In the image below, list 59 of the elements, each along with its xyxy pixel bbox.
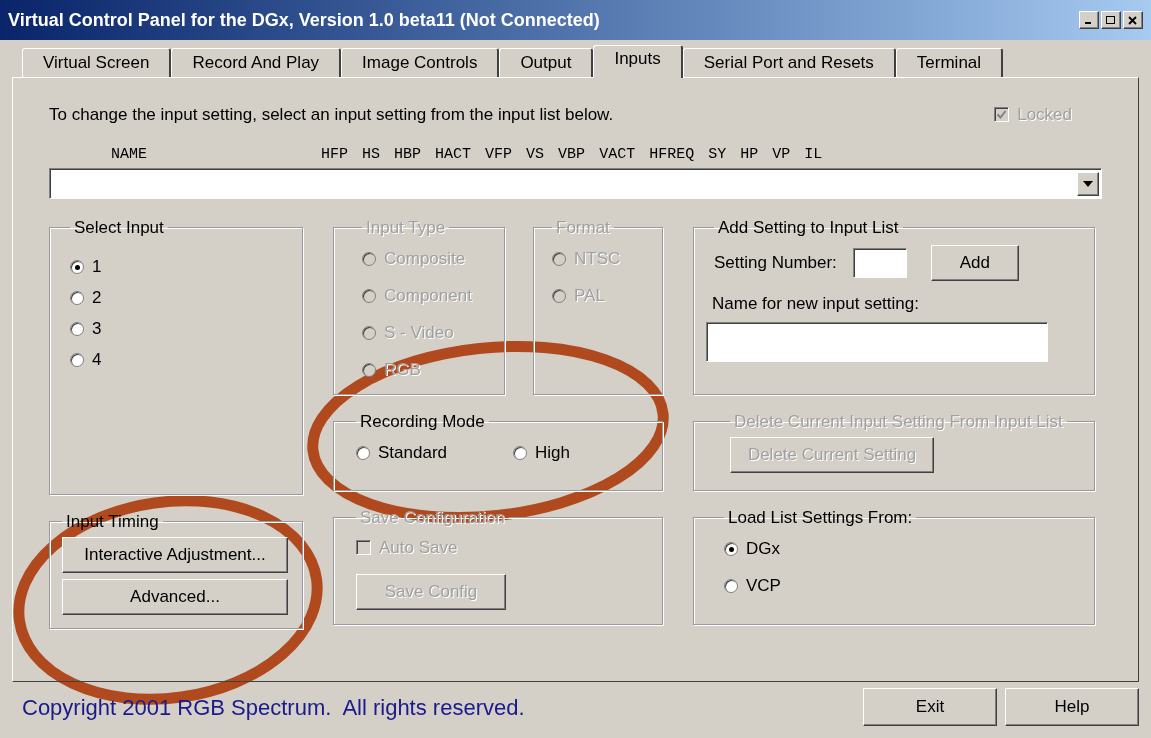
instruction-text: To change the input setting, select an input setting from the input list below. xyxy=(49,104,614,126)
group-title: Select Input xyxy=(73,217,165,239)
column-header: HACT xyxy=(435,144,472,165)
column-header: HBP xyxy=(394,144,422,165)
minimize-icon[interactable] xyxy=(1079,11,1099,29)
radio-label: 1 xyxy=(92,256,102,279)
button[interactable]: Interactive Adjustment... xyxy=(62,536,288,573)
tab[interactable]: Image Controls xyxy=(341,48,500,77)
group-title: Delete Current Input Setting From Input List xyxy=(733,411,1064,433)
tab[interactable]: Output xyxy=(499,48,594,77)
radio-label: 2 xyxy=(92,287,102,310)
column-header: HFP xyxy=(321,144,349,165)
column-header: VFP xyxy=(485,144,513,165)
radio-button[interactable] xyxy=(70,291,84,305)
radio-button[interactable] xyxy=(70,353,84,367)
column-header: VACT xyxy=(599,144,636,165)
setting-number-field[interactable] xyxy=(852,247,907,278)
radio-button[interactable] xyxy=(70,322,84,336)
tab[interactable]: Terminal xyxy=(895,48,1004,77)
group-title: Format xyxy=(555,217,611,239)
group-title: Load List Settings From: xyxy=(727,507,914,529)
button[interactable]: Advanced... xyxy=(62,578,288,615)
radio-button[interactable] xyxy=(724,579,738,593)
button[interactable]: Add xyxy=(930,244,1019,281)
maximize-icon[interactable] xyxy=(1101,11,1121,29)
setting-name-field[interactable] xyxy=(706,322,1048,362)
radio-label: DGx xyxy=(746,538,780,561)
radio-button[interactable] xyxy=(513,446,527,460)
button[interactable]: Exit xyxy=(863,688,997,726)
radio-button[interactable] xyxy=(356,446,370,460)
group-title: Recording Mode xyxy=(359,411,486,433)
column-header: HP xyxy=(740,144,759,165)
column-header: VBP xyxy=(558,144,586,165)
radio-label: VCP xyxy=(746,575,781,598)
tab[interactable]: Inputs xyxy=(593,45,683,78)
input-list-dropdown[interactable] xyxy=(49,168,1102,199)
column-header: HFREQ xyxy=(649,144,695,165)
window-title: Virtual Control Panel for the DGx, Version 1.0 beta11 (Not Connected) xyxy=(8,8,600,32)
tab[interactable]: Record And Play xyxy=(171,48,342,77)
close-icon[interactable] xyxy=(1123,11,1143,29)
radio-label: High xyxy=(535,442,570,465)
radio-label: 4 xyxy=(92,349,102,372)
radio-label: Standard xyxy=(378,442,447,465)
button[interactable]: Help xyxy=(1005,688,1139,726)
radio-button[interactable] xyxy=(724,542,738,556)
tab[interactable]: Virtual Screen xyxy=(22,48,172,77)
group-title: Add Setting to Input List xyxy=(717,217,900,239)
tab[interactable]: Serial Port and Resets xyxy=(682,48,896,77)
radio-label: 3 xyxy=(92,318,102,341)
column-header: SY xyxy=(708,144,727,165)
field-label: Setting Number: xyxy=(714,251,837,274)
field-label: Name for new input setting: xyxy=(712,292,920,315)
column-header: VP xyxy=(772,144,791,165)
column-header: VS xyxy=(526,144,545,165)
column-header: HS xyxy=(362,144,381,165)
radio-button[interactable] xyxy=(70,260,84,274)
column-header: IL xyxy=(804,144,823,165)
group-title: Input Type xyxy=(365,217,447,239)
column-header: NAME xyxy=(111,144,147,165)
